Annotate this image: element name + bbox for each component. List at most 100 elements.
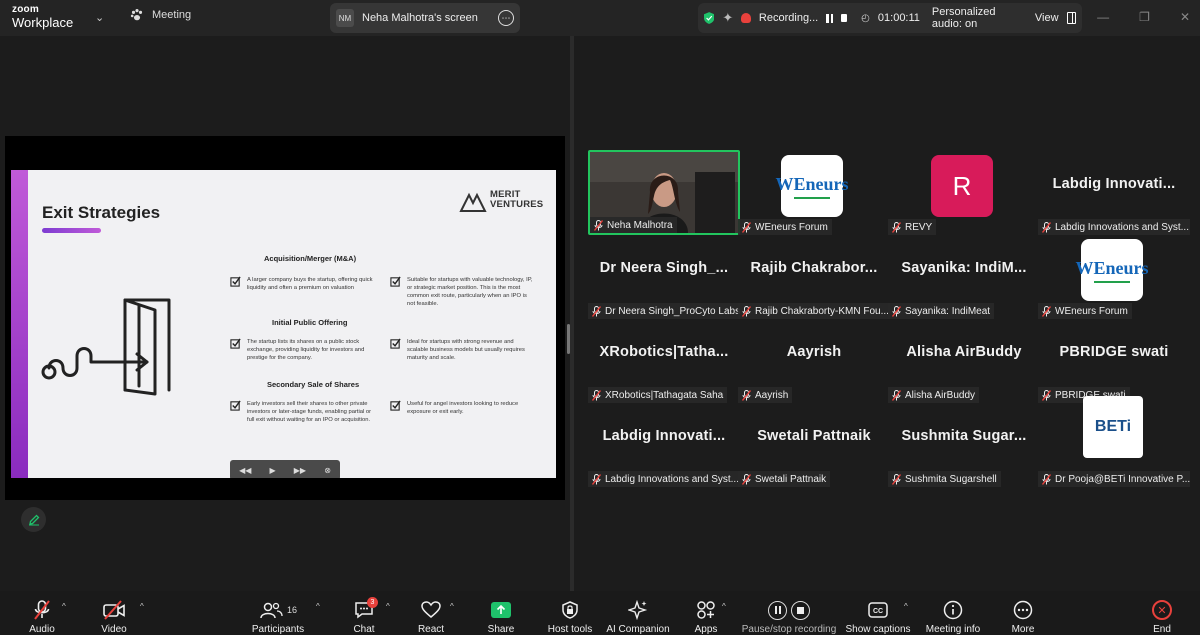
participant-name: Labdig Innovations and Syst... — [1055, 221, 1189, 233]
pause-recording-icon[interactable] — [826, 13, 834, 23]
host-tools-button[interactable]: Host tools — [546, 591, 594, 635]
apps-button[interactable]: Apps — [693, 591, 719, 635]
video-button[interactable]: Video — [94, 591, 134, 635]
audio-options-caret-icon[interactable]: ^ — [62, 602, 66, 611]
participants-icon — [260, 602, 283, 619]
participant-name-label: Dr Neera Singh_ProCyto Labs — [588, 303, 740, 319]
participant-name-label: WEneurs Forum — [1038, 303, 1132, 319]
apps-options-caret-icon[interactable]: ^ — [722, 602, 726, 611]
react-label: React — [417, 624, 445, 635]
participant-tile[interactable]: Aayrish Aayrish — [738, 318, 890, 403]
share-button[interactable]: Share — [484, 591, 518, 635]
participant-name-label: Labdig Innovations and Syst... — [588, 471, 740, 487]
chevron-down-icon[interactable]: ⌄ — [95, 11, 104, 24]
checkbox-icon — [390, 338, 401, 349]
participants-button[interactable]: 16 Participants — [248, 591, 308, 635]
participant-tile[interactable]: Sushmita Sugar... Sushmita Sugarshell — [888, 402, 1040, 487]
beti-logo: BETi — [1083, 396, 1143, 458]
participants-count: 16 — [286, 605, 297, 615]
audio-button[interactable]: Audio — [22, 591, 62, 635]
personalized-audio-status[interactable]: Personalized audio: on — [932, 6, 1015, 30]
participant-name: Aayrish — [755, 389, 789, 401]
bullet-text: Early investors sell their shares to oth… — [247, 401, 372, 424]
logo-line-1: zoom — [12, 4, 39, 15]
more-button[interactable]: More — [1010, 591, 1036, 635]
participant-tile[interactable]: Swetali Pattnaik Swetali Pattnaik — [738, 402, 890, 487]
chat-options-caret-icon[interactable]: ^ — [386, 602, 390, 611]
window-controls: — ❐ ✕ — [1097, 10, 1190, 24]
participants-label: Participants — [251, 624, 305, 635]
close-icon[interactable]: ✕ — [1180, 10, 1190, 24]
participant-tile[interactable]: BETi Dr Pooja@BETi Innovative P... — [1038, 396, 1190, 487]
participant-tile[interactable]: R REVY — [888, 150, 1040, 235]
shared-screen-tab[interactable]: NM Neha Malhotra's screen ⋯ — [330, 3, 520, 33]
cloud-record-icon — [741, 13, 751, 23]
divider-handle[interactable] — [567, 324, 570, 354]
bullet-text: Useful for angel investors looking to re… — [407, 401, 519, 416]
minimize-icon[interactable]: — — [1097, 10, 1109, 24]
stop-recording-icon[interactable] — [841, 14, 848, 22]
fast-forward-icon[interactable]: ▶▶ — [294, 466, 306, 475]
participant-tile[interactable]: Sayanika: IndiM... Sayanika: IndiMeat — [888, 234, 1040, 319]
video-options-caret-icon[interactable]: ^ — [140, 602, 144, 611]
participant-tile[interactable]: WEneurs WEneurs Forum — [1038, 234, 1190, 319]
video-label: Video — [101, 624, 127, 635]
ai-sparkle-icon[interactable]: ✦ — [722, 10, 733, 26]
muted-mic-icon — [1042, 389, 1051, 401]
meeting-info-label: Meeting info — [925, 624, 981, 635]
participant-display-name: Alisha AirBuddy — [906, 344, 1022, 360]
brand-text: MERIT VENTURES — [490, 190, 543, 210]
view-label[interactable]: View — [1035, 12, 1059, 24]
checkbox-icon — [230, 400, 241, 411]
zoom-logo[interactable]: zoom Workplace — [12, 4, 73, 30]
bullet-ipo-right: Ideal for startups with strong revenue a… — [390, 338, 535, 362]
apps-label: Apps — [694, 624, 718, 635]
participant-display-name: Swetali Pattnaik — [757, 428, 871, 444]
bullet-ma-right: Suitable for startups with valuable tech… — [390, 276, 535, 308]
sharer-initials-badge: NM — [336, 9, 354, 27]
participant-name: WEneurs Forum — [1055, 305, 1128, 317]
meeting-menu-button[interactable]: Meeting — [130, 8, 191, 22]
audio-label: Audio — [29, 624, 55, 635]
meeting-label: Meeting — [152, 9, 192, 21]
participant-tile[interactable]: Neha Malhotra — [588, 150, 740, 235]
participant-tile[interactable]: Rajib Chakrabor... Rajib Chakraborty-KMN … — [738, 234, 890, 319]
participant-tile[interactable]: Labdig Innovati... Labdig Innovations and… — [1038, 150, 1190, 235]
react-button[interactable]: React — [414, 591, 448, 635]
meeting-info-button[interactable]: Meeting info — [924, 591, 982, 635]
react-options-caret-icon[interactable]: ^ — [450, 602, 454, 611]
chat-unread-badge: 3 — [367, 597, 378, 608]
bullet-text: Ideal for startups with strong revenue a… — [407, 339, 525, 362]
info-icon — [943, 600, 963, 620]
participant-tile[interactable]: Labdig Innovati... Labdig Innovations and… — [588, 402, 740, 487]
participant-name: Dr Pooja@BETi Innovative P... — [1055, 473, 1190, 485]
rewind-icon[interactable]: ◀◀ — [239, 466, 251, 475]
participant-tile[interactable]: PBRIDGE swati PBRIDGE swati — [1038, 318, 1190, 403]
muted-mic-icon — [892, 389, 901, 401]
more-label: More — [1011, 624, 1035, 635]
shield-check-icon[interactable] — [704, 10, 715, 26]
play-icon[interactable]: ▶ — [270, 466, 276, 475]
restore-icon[interactable]: ❐ — [1139, 10, 1150, 24]
more-options-icon[interactable]: ⋯ — [498, 10, 514, 26]
show-captions-button[interactable]: CC Show captions — [845, 591, 911, 635]
participants-options-caret-icon[interactable]: ^ — [316, 602, 320, 611]
host-shield-icon — [562, 601, 578, 619]
pause-stop-recording-button[interactable]: Pause/stop recording — [742, 591, 836, 635]
ai-sparkle-icon — [628, 600, 648, 620]
captions-options-caret-icon[interactable]: ^ — [904, 602, 908, 611]
participant-tile[interactable]: Alisha AirBuddy Alisha AirBuddy — [888, 318, 1040, 403]
end-meeting-button[interactable]: ✕ End — [1150, 591, 1174, 635]
chat-button[interactable]: Chat 3 — [348, 591, 380, 635]
muted-mic-icon — [1042, 473, 1051, 485]
weneurs-logo: WEneurs — [776, 155, 849, 217]
annotate-button[interactable] — [21, 507, 46, 532]
view-layout-icon[interactable] — [1066, 12, 1076, 24]
participant-tile[interactable]: WEneurs WEneurs Forum — [738, 150, 890, 235]
participant-tile[interactable]: XRobotics|Tatha... XRobotics|Tathagata Sa… — [588, 318, 740, 403]
checkbox-icon — [230, 276, 241, 287]
ai-companion-button[interactable]: AI Companion — [606, 591, 670, 635]
slide-accent-bar — [11, 170, 28, 478]
close-player-icon[interactable]: ⊗ — [324, 466, 331, 475]
participant-tile[interactable]: Dr Neera Singh_... Dr Neera Singh_ProCyto… — [588, 234, 740, 319]
